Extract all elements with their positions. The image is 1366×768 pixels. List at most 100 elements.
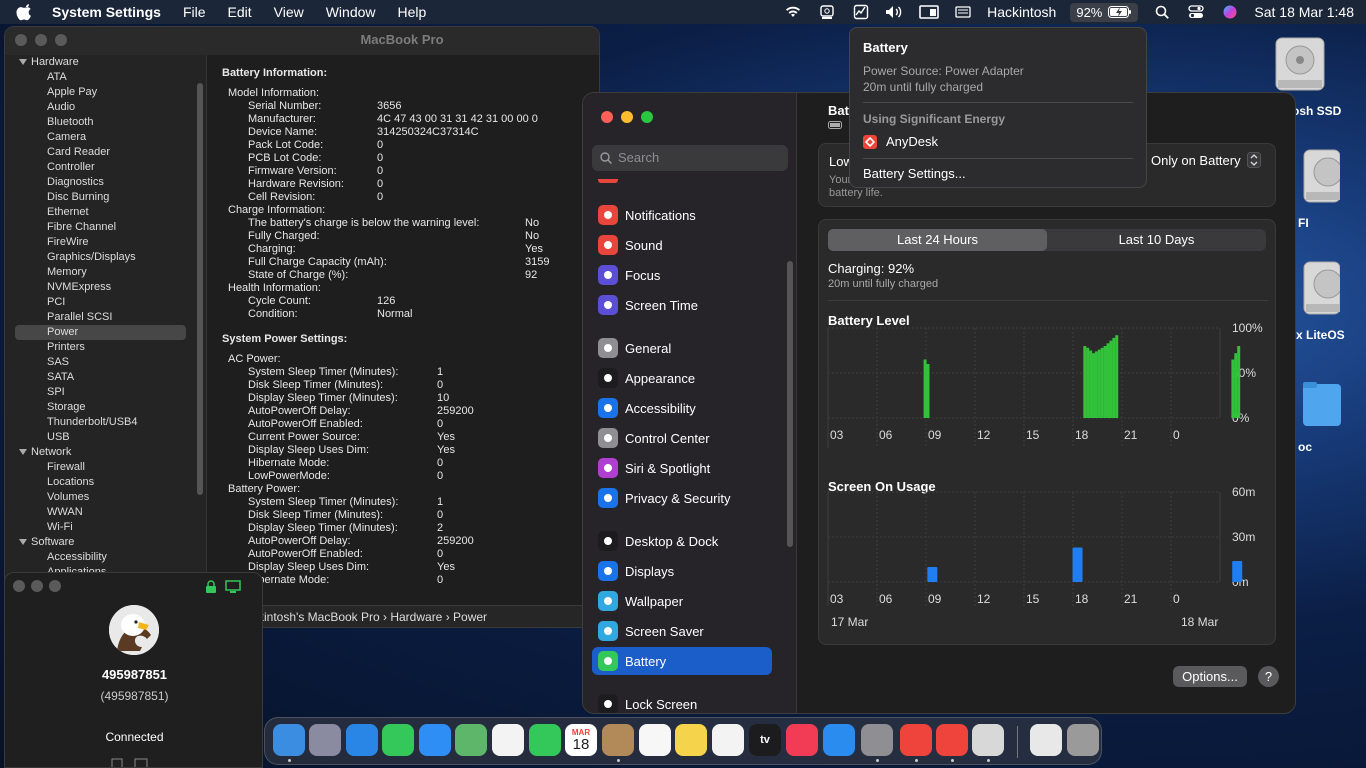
sidebar-item-bluetooth[interactable]: Bluetooth xyxy=(5,115,206,130)
sidebar-item-accessibility[interactable]: Accessibility xyxy=(592,394,772,422)
sidebar-item-wwan[interactable]: WWAN xyxy=(5,505,206,520)
file-transfer-icon[interactable] xyxy=(109,757,149,768)
sidebar-item-accessibility[interactable]: Accessibility xyxy=(5,550,206,565)
battery-settings-link[interactable]: Battery Settings... xyxy=(863,166,966,181)
photos-icon[interactable] xyxy=(492,724,524,756)
sidebar-item-usb[interactable]: USB xyxy=(5,430,206,445)
finder-icon[interactable] xyxy=(273,724,305,756)
appstore-icon[interactable] xyxy=(823,724,855,756)
apple-menu-icon[interactable] xyxy=(16,3,34,21)
sidebar-item-parallel-scsi[interactable]: Parallel SCSI xyxy=(5,310,206,325)
sidebar-item-printers[interactable]: Printers xyxy=(5,340,206,355)
minimize-button[interactable] xyxy=(621,111,633,123)
close-button[interactable] xyxy=(601,111,613,123)
sidebar-item-ata[interactable]: ATA xyxy=(5,70,206,85)
menu-edit[interactable]: Edit xyxy=(228,4,252,20)
sidebar-item-screen-time[interactable]: Screen Time xyxy=(592,291,772,319)
sidebar-item-disc-burning[interactable]: Disc Burning xyxy=(5,190,206,205)
sidebar-item-fibre-channel[interactable]: Fibre Channel xyxy=(5,220,206,235)
sidebar-item-screen-saver[interactable]: Screen Saver xyxy=(592,617,772,645)
sidebar-group-software[interactable]: Software xyxy=(5,535,206,550)
minimize-button[interactable] xyxy=(31,580,43,592)
facetime-icon[interactable] xyxy=(529,724,561,756)
search-input[interactable]: Search xyxy=(592,145,788,171)
battery-menu[interactable]: 92% xyxy=(1070,2,1139,22)
sidebar-item-wallpaper[interactable]: Wallpaper xyxy=(592,587,772,615)
sidebar-item-battery[interactable]: Battery xyxy=(592,647,772,675)
wifi-icon[interactable] xyxy=(783,4,803,20)
menu-hostname[interactable]: Hackintosh xyxy=(987,4,1056,20)
sidebar-item-ethernet[interactable]: Ethernet xyxy=(5,205,206,220)
sidebar-item-locations[interactable]: Locations xyxy=(5,475,206,490)
tab-last-24-hours[interactable]: Last 24 Hours xyxy=(828,229,1047,251)
sidebar-item-thunderbolt-usb4[interactable]: Thunderbolt/USB4 xyxy=(5,415,206,430)
freeform-icon[interactable] xyxy=(712,724,744,756)
sidebar-item-sound[interactable]: Sound xyxy=(592,231,772,259)
sidebar-item-siri-spotlight[interactable]: Siri & Spotlight xyxy=(592,454,772,482)
sysinfo-menu-icon[interactable] xyxy=(817,4,837,20)
sidebar-item-privacy-security[interactable]: Privacy & Security xyxy=(592,484,772,512)
messages-icon[interactable] xyxy=(382,724,414,756)
zoom-button[interactable] xyxy=(49,580,61,592)
sidebar-item-card-reader[interactable]: Card Reader xyxy=(5,145,206,160)
sidebar-item-sas[interactable]: SAS xyxy=(5,355,206,370)
sidebar-item-control-center[interactable]: Control Center xyxy=(592,424,772,452)
sidebar-group-network[interactable]: Network xyxy=(5,445,206,460)
zoom-button[interactable] xyxy=(641,111,653,123)
anydesk-icon[interactable] xyxy=(900,724,932,756)
sidebar-item-graphics-displays[interactable]: Graphics/Displays xyxy=(5,250,206,265)
desktop-drive-1[interactable] xyxy=(1270,34,1330,99)
control-center-icon[interactable] xyxy=(1186,4,1206,20)
spotlight-icon[interactable] xyxy=(1152,4,1172,20)
anydesk2-icon[interactable] xyxy=(936,724,968,756)
trash-icon[interactable] xyxy=(1067,724,1099,756)
zoom-button[interactable] xyxy=(55,34,67,46)
maps-icon[interactable] xyxy=(455,724,487,756)
sidebar-item-controller[interactable]: Controller xyxy=(5,160,206,175)
sidebar-item-firewall[interactable]: Firewall xyxy=(5,460,206,475)
mail-icon[interactable] xyxy=(419,724,451,756)
low-power-mode-select[interactable]: Only on Battery xyxy=(1151,152,1261,168)
menu-app-name[interactable]: System Settings xyxy=(52,4,161,20)
reminders-icon[interactable] xyxy=(639,724,671,756)
launchpad-icon[interactable] xyxy=(309,724,341,756)
close-button[interactable] xyxy=(13,580,25,592)
help-button[interactable]: ? xyxy=(1258,666,1279,687)
tab-last-10-days[interactable]: Last 10 Days xyxy=(1047,229,1266,251)
desktop-folder[interactable] xyxy=(1290,378,1350,431)
sidebar-item-memory[interactable]: Memory xyxy=(5,265,206,280)
tv-icon[interactable]: tv xyxy=(749,724,781,756)
sidebar-item-desktop-dock[interactable]: Desktop & Dock xyxy=(592,527,772,555)
siri-icon[interactable] xyxy=(1220,4,1240,20)
sidebar-item-nvmexpress[interactable]: NVMExpress xyxy=(5,280,206,295)
document-icon[interactable] xyxy=(1030,724,1062,756)
sidebar-item-wi-fi[interactable]: Wi-Fi xyxy=(5,520,206,535)
sidebar-item-volumes[interactable]: Volumes xyxy=(5,490,206,505)
sidebar-item-focus[interactable]: Focus xyxy=(592,261,772,289)
options-button[interactable]: Options... xyxy=(1173,666,1247,687)
energy-app-item[interactable]: AnyDesk xyxy=(863,134,938,149)
sidebar-item-sata[interactable]: SATA xyxy=(5,370,206,385)
minimize-button[interactable] xyxy=(35,34,47,46)
desktop-drive-3[interactable] xyxy=(1290,258,1350,323)
calendar-icon[interactable]: MAR 18 xyxy=(565,724,597,756)
safari-icon[interactable] xyxy=(346,724,378,756)
menu-view[interactable]: View xyxy=(274,4,304,20)
menu-clock[interactable]: Sat 18 Mar 1:48 xyxy=(1254,4,1354,20)
notes-icon[interactable] xyxy=(675,724,707,756)
sidebar-item-firewire[interactable]: FireWire xyxy=(5,235,206,250)
sidebar-item-apple-pay[interactable]: Apple Pay xyxy=(5,85,206,100)
contacts-icon[interactable] xyxy=(602,724,634,756)
volume-icon[interactable] xyxy=(885,4,905,20)
sidebar-item-storage[interactable]: Storage xyxy=(5,400,206,415)
menu-window[interactable]: Window xyxy=(326,4,376,20)
sidebar-scrollbar[interactable] xyxy=(787,261,793,547)
sidebar-item-pci[interactable]: PCI xyxy=(5,295,206,310)
sidebar-scrollbar[interactable] xyxy=(197,83,203,495)
sidebar-item-audio[interactable]: Audio xyxy=(5,100,206,115)
sidebar-item-camera[interactable]: Camera xyxy=(5,130,206,145)
menu-help[interactable]: Help xyxy=(398,4,427,20)
sidebar-item-displays[interactable]: Displays xyxy=(592,557,772,585)
sidebar-item-lock-screen[interactable]: Lock Screen xyxy=(592,690,772,713)
desktop-drive-2[interactable] xyxy=(1290,146,1350,211)
